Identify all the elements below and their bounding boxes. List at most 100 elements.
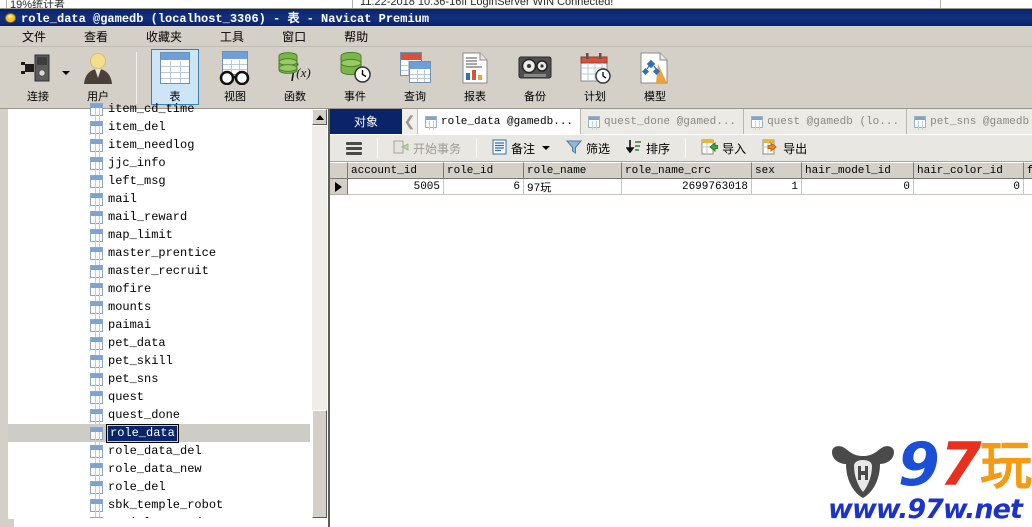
tree-item-mail_reward[interactable]: mail_reward [8,208,310,226]
begin-transaction-button[interactable]: 开始事务 [385,136,469,160]
toolbar-button-model[interactable]: 模型 [627,49,683,107]
table-icon [90,192,103,206]
grid-header-row: account_id role_id role_name role_name_crc s… [330,162,1032,179]
tree-item-jjc_info[interactable]: jjc_info [8,154,310,172]
grid-view-menu-button[interactable] [338,136,370,160]
tab-objects[interactable]: 对象 [330,109,402,134]
tree-item-role_del[interactable]: role_del [8,478,310,496]
note-button[interactable]: 备注 [484,136,558,160]
grid-cell-sex[interactable]: 1 [752,179,802,195]
menu-tools[interactable]: 工具 [208,26,256,47]
document-tab-1[interactable]: quest_done @gamed... [581,109,745,134]
grid-column-header-hair_model_id[interactable]: hair_model_id [802,162,914,179]
tree-item-label: sbk_temple_robot [108,497,224,512]
scrollbar-track[interactable] [312,126,327,410]
clipped-left-text: 19%统计者 [10,0,66,9]
toolbar-label-table: 表 [169,90,181,103]
clipped-right-text: 11:22-2018 10:36-16ff LoginServer WIN Co… [360,0,614,8]
tree-item-role_data[interactable]: role_data [8,423,310,443]
table-icon [90,156,103,170]
toolbar-button-connection[interactable]: 连接 [10,49,70,107]
export-button[interactable]: 导出 [754,136,815,160]
document-tab-3[interactable]: pet_sns @gamedb (... [907,109,1032,134]
table-icon [90,246,103,260]
tree-item-sbk_temple_robot[interactable]: sbk_temple_robot [8,496,310,514]
toolbar-label-user: 用户 [87,90,109,103]
toolbar-button-backup[interactable]: 备份 [507,49,563,107]
grid-column-header-face_model_id[interactable]: face_model_id [1024,162,1032,179]
table-icon [90,264,103,278]
tree-item-paimai[interactable]: paimai [8,316,310,334]
document-tab-2[interactable]: quest @gamedb (lo... [744,109,908,134]
sidebar-scrollbar[interactable] [311,109,328,527]
grid-column-header-sex[interactable]: sex [752,162,802,179]
current-row-arrow-icon[interactable] [330,179,348,195]
grid-cell-role_name[interactable]: 97玩 [524,179,622,195]
toolbar-button-report[interactable]: 报表 [447,49,503,107]
menu-help[interactable]: 帮助 [332,26,380,47]
toolbar-button-function[interactable]: f(x) 函数 [267,49,323,107]
table-row[interactable]: 5005 6 97玩 2699763018 1 0 0 [330,179,1032,195]
tree-item-role_data_new[interactable]: role_data_new [8,460,310,478]
scroll-up-arrow-icon[interactable] [312,109,327,125]
tree-item-item_needlog[interactable]: item_needlog [8,136,310,154]
toolbar-button-schedule[interactable]: 计划 [567,49,623,107]
menu-favorites[interactable]: 收藏夹 [134,26,194,47]
grid-cell-role_id[interactable]: 6 [444,179,524,195]
navicat-window: 19%统计者 11:22-2018 10:36-16ff LoginServer… [0,0,1032,527]
tree-item-item_cd_time[interactable]: item_cd_time [8,100,310,118]
note-dropdown-arrow-icon[interactable] [542,146,551,150]
toolbar-button-query[interactable]: 查询 [387,49,443,107]
document-tab-0[interactable]: role_data @gamedb... [418,109,582,134]
tree-item-label: role_data [106,423,179,443]
tree-item-master_prentice[interactable]: master_prentice [8,244,310,262]
tree-item-serial_reward[interactable]: serial_reward [8,514,310,518]
toolbar-button-table[interactable]: 表 [147,49,203,107]
tree-item-role_data_del[interactable]: role_data_del [8,442,310,460]
tree-item-label: item_del [108,119,166,134]
toolbar-button-view[interactable]: 视图 [207,49,263,107]
grid-cell-role_name_crc[interactable]: 2699763018 [622,179,752,195]
toolbar-label-view: 视图 [224,90,246,103]
tree-item-map_limit[interactable]: map_limit [8,226,310,244]
chevron-left-icon[interactable]: ❮ [402,109,418,134]
document-tab-label: quest @gamedb (lo... [767,115,900,128]
tree-item-pet_data[interactable]: pet_data [8,334,310,352]
tree-item-quest[interactable]: quest [8,388,310,406]
tree-item-mail[interactable]: mail [8,190,310,208]
toolbar-button-event[interactable]: 事件 [327,49,383,107]
sort-button[interactable]: 排序 [618,136,678,160]
grid-column-header-role_id[interactable]: role_id [444,162,524,179]
connection-dropdown-arrow-icon[interactable] [62,71,70,75]
tree-item-pet_skill[interactable]: pet_skill [8,352,310,370]
table-icon [90,498,103,512]
grid-cell-face_model_id[interactable] [1024,179,1032,195]
tree-item-quest_done[interactable]: quest_done [8,406,310,424]
grid-column-header-account_id[interactable]: account_id [348,162,444,179]
filter-button[interactable]: 筛选 [558,136,618,160]
grid-cell-account_id[interactable]: 5005 [348,179,444,195]
table-tree-list[interactable]: item_cd_time item_del item_needlog jjc_info… [8,100,310,518]
grid-cell-hair_color_id[interactable]: 0 [914,179,1024,195]
grid-corner-cell[interactable] [330,162,348,179]
menu-view[interactable]: 查看 [72,26,120,47]
grid-column-header-hair_color_id[interactable]: hair_color_id [914,162,1024,179]
menu-file[interactable]: 文件 [10,26,58,47]
grid-cell-hair_model_id[interactable]: 0 [802,179,914,195]
tree-item-mofire[interactable]: mofire [8,280,310,298]
tree-item-item_del[interactable]: item_del [8,118,310,136]
import-button[interactable]: 导入 [693,136,754,160]
toolbar-button-user[interactable]: 用户 [70,49,126,107]
tree-item-pet_sns[interactable]: pet_sns [8,370,310,388]
scrollbar-thumb[interactable] [312,410,327,518]
toolbar-label-query: 查询 [404,90,426,103]
sort-icon [625,139,642,158]
tree-item-label: master_recruit [108,263,209,278]
tree-item-left_msg[interactable]: left_msg [8,172,310,190]
grid-column-header-role_name[interactable]: role_name [524,162,622,179]
tree-item-master_recruit[interactable]: master_recruit [8,262,310,280]
note-label: 备注 [511,141,536,156]
grid-column-header-role_name_crc[interactable]: role_name_crc [622,162,752,179]
menu-window[interactable]: 窗口 [270,26,318,47]
tree-item-mounts[interactable]: mounts [8,298,310,316]
